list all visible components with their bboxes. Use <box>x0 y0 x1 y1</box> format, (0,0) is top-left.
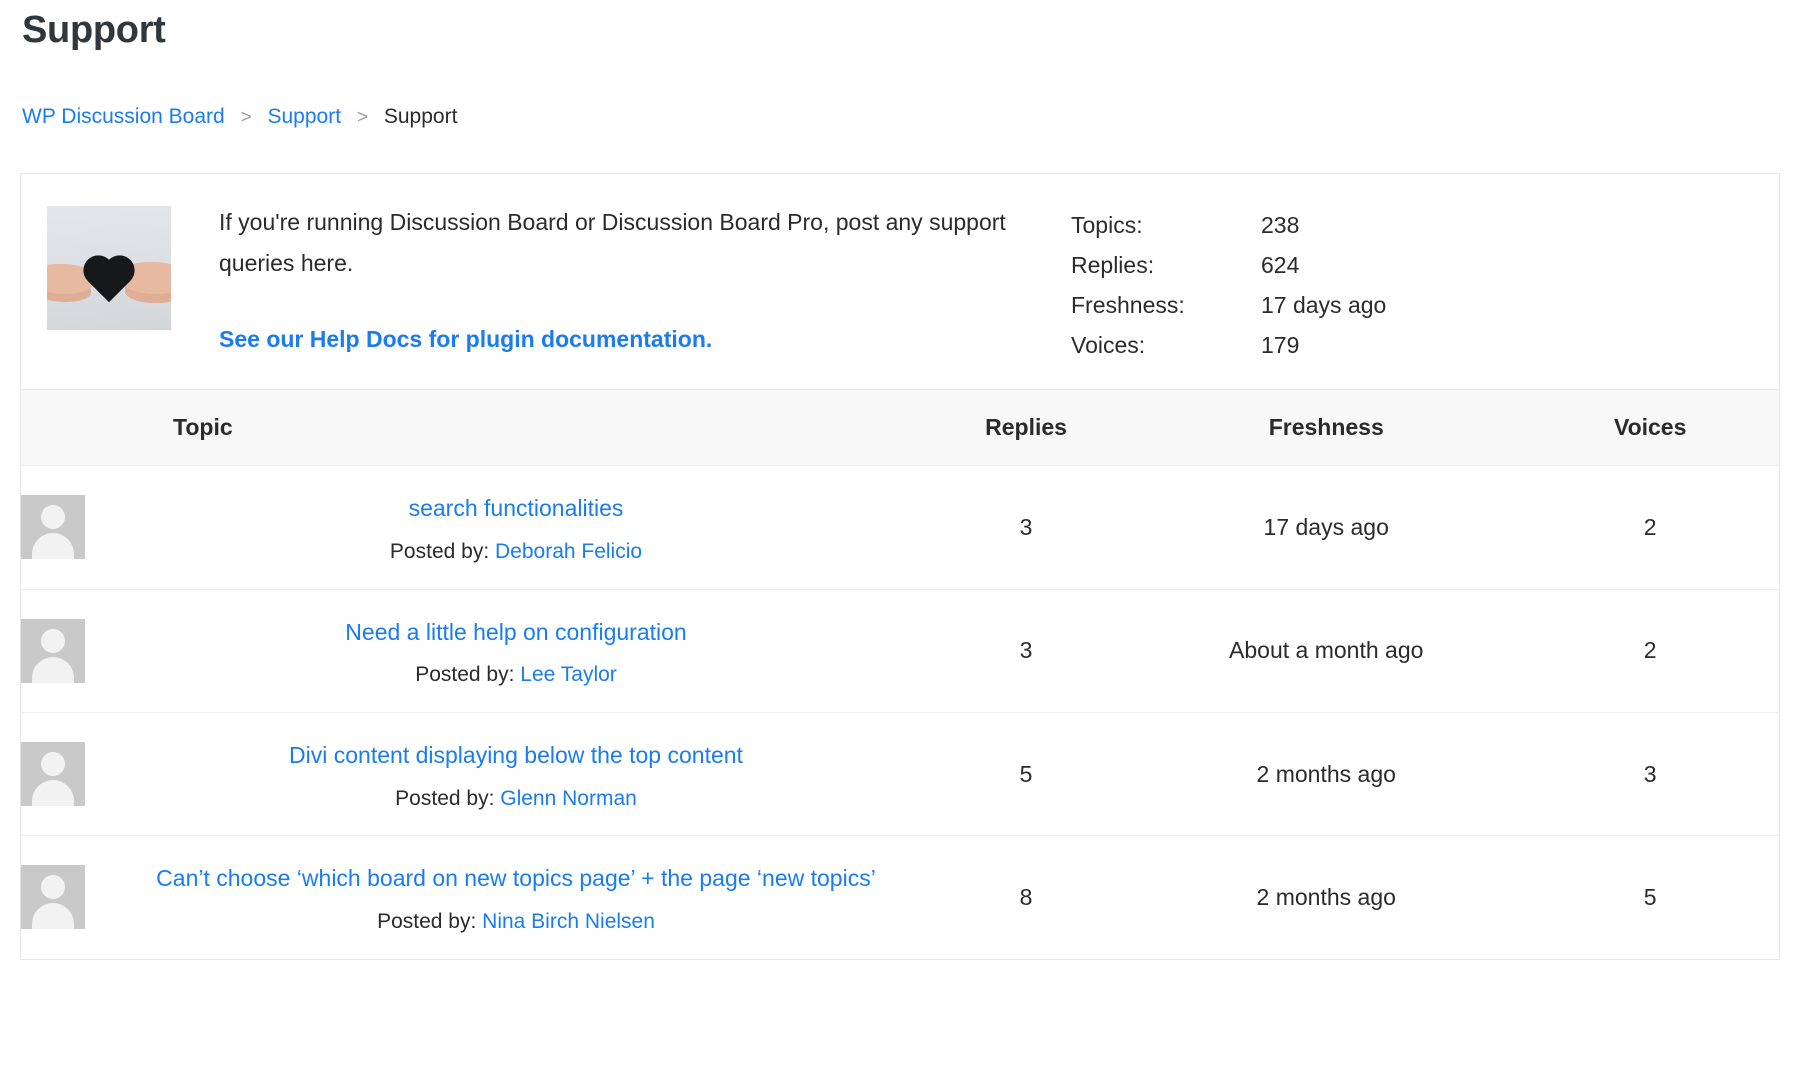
stat-value-topics: 238 <box>1261 212 1491 239</box>
heart-icon <box>88 260 130 302</box>
topic-cell: Need a little help on configuration Post… <box>21 589 922 712</box>
avatar-body-shape <box>32 780 74 806</box>
avatar <box>21 865 85 929</box>
voices-cell: 5 <box>1521 836 1779 959</box>
topic-title-link[interactable]: search functionalities <box>111 488 921 529</box>
topic-title-link[interactable]: Divi content displaying below the top co… <box>111 735 921 776</box>
stat-label-voices: Voices: <box>1071 332 1261 359</box>
table-row: Need a little help on configuration Post… <box>21 589 1780 712</box>
page-title: Support <box>22 8 1780 54</box>
avatar-head-shape <box>41 875 65 899</box>
breadcrumb-item-wp-discussion-board[interactable]: WP Discussion Board <box>22 105 225 128</box>
posted-by: Posted by: Lee Taylor <box>111 660 921 689</box>
board-description-text: If you're running Discussion Board or Di… <box>219 202 1047 284</box>
topics-table: Topic Replies Freshness Voices search fu… <box>20 389 1780 959</box>
author-link[interactable]: Glenn Norman <box>500 787 637 810</box>
stat-value-replies: 624 <box>1261 252 1491 279</box>
posted-by-label: Posted by: <box>377 910 476 933</box>
voices-cell: 3 <box>1521 712 1779 835</box>
table-header-row: Topic Replies Freshness Voices <box>21 390 1780 466</box>
table-row: search functionalities Posted by: Debora… <box>21 466 1780 589</box>
freshness-cell: 2 months ago <box>1131 836 1521 959</box>
avatar-body-shape <box>32 533 74 559</box>
board-description-block: If you're running Discussion Board or Di… <box>171 202 1071 353</box>
freshness-cell: About a month ago <box>1131 589 1521 712</box>
author-link[interactable]: Nina Birch Nielsen <box>482 910 655 933</box>
posted-by: Posted by: Deborah Felicio <box>111 537 921 566</box>
avatar-body-shape <box>32 903 74 929</box>
stat-label-freshness: Freshness: <box>1071 292 1261 319</box>
stat-label-replies: Replies: <box>1071 252 1261 279</box>
topic-cell: Divi content displaying below the top co… <box>21 712 922 835</box>
column-header-replies[interactable]: Replies <box>921 390 1131 466</box>
avatar-head-shape <box>41 752 65 776</box>
replies-cell: 3 <box>921 466 1131 589</box>
avatar-head-shape <box>41 629 65 653</box>
voices-cell: 2 <box>1521 589 1779 712</box>
stat-value-freshness: 17 days ago <box>1261 292 1491 319</box>
replies-cell: 5 <box>921 712 1131 835</box>
board-header-card: If you're running Discussion Board or Di… <box>20 173 1780 389</box>
avatar <box>21 495 85 559</box>
replies-cell: 8 <box>921 836 1131 959</box>
column-header-topic[interactable]: Topic <box>21 390 922 466</box>
freshness-cell: 17 days ago <box>1131 466 1521 589</box>
table-row: Divi content displaying below the top co… <box>21 712 1780 835</box>
stat-label-topics: Topics: <box>1071 212 1261 239</box>
topic-title-link[interactable]: Need a little help on configuration <box>111 612 921 653</box>
board-header-row: If you're running Discussion Board or Di… <box>21 174 1779 389</box>
posted-by-label: Posted by: <box>395 787 494 810</box>
table-row: Can’t choose ‘which board on new topics … <box>21 836 1780 959</box>
avatar-body-shape <box>32 657 74 683</box>
author-link[interactable]: Deborah Felicio <box>495 540 642 563</box>
topic-cell: Can’t choose ‘which board on new topics … <box>21 836 922 959</box>
author-link[interactable]: Lee Taylor <box>520 663 617 686</box>
column-header-freshness[interactable]: Freshness <box>1131 390 1521 466</box>
breadcrumb-separator: > <box>357 107 368 128</box>
posted-by-label: Posted by: <box>415 663 514 686</box>
breadcrumb-separator: > <box>241 107 252 128</box>
posted-by-label: Posted by: <box>390 540 489 563</box>
topic-title-link[interactable]: Can’t choose ‘which board on new topics … <box>111 858 921 899</box>
stat-value-voices: 179 <box>1261 332 1491 359</box>
help-docs-link[interactable]: See our Help Docs for plugin documentati… <box>219 326 712 353</box>
posted-by: Posted by: Nina Birch Nielsen <box>111 907 921 936</box>
board-stats-list: Topics: 238 Replies: 624 Freshness: 17 d… <box>1071 202 1491 359</box>
breadcrumb-item-current: Support <box>384 105 458 128</box>
voices-cell: 2 <box>1521 466 1779 589</box>
avatar <box>21 742 85 806</box>
breadcrumb-item-support[interactable]: Support <box>268 105 342 128</box>
board-thumbnail-image <box>47 206 171 330</box>
replies-cell: 3 <box>921 589 1131 712</box>
freshness-cell: 2 months ago <box>1131 712 1521 835</box>
avatar <box>21 619 85 683</box>
breadcrumb: WP Discussion Board > Support > Support <box>22 102 1780 132</box>
avatar-head-shape <box>41 505 65 529</box>
column-header-voices[interactable]: Voices <box>1521 390 1779 466</box>
support-page: Support WP Discussion Board > Support > … <box>0 8 1800 960</box>
topic-cell: search functionalities Posted by: Debora… <box>21 466 922 589</box>
posted-by: Posted by: Glenn Norman <box>111 784 921 813</box>
